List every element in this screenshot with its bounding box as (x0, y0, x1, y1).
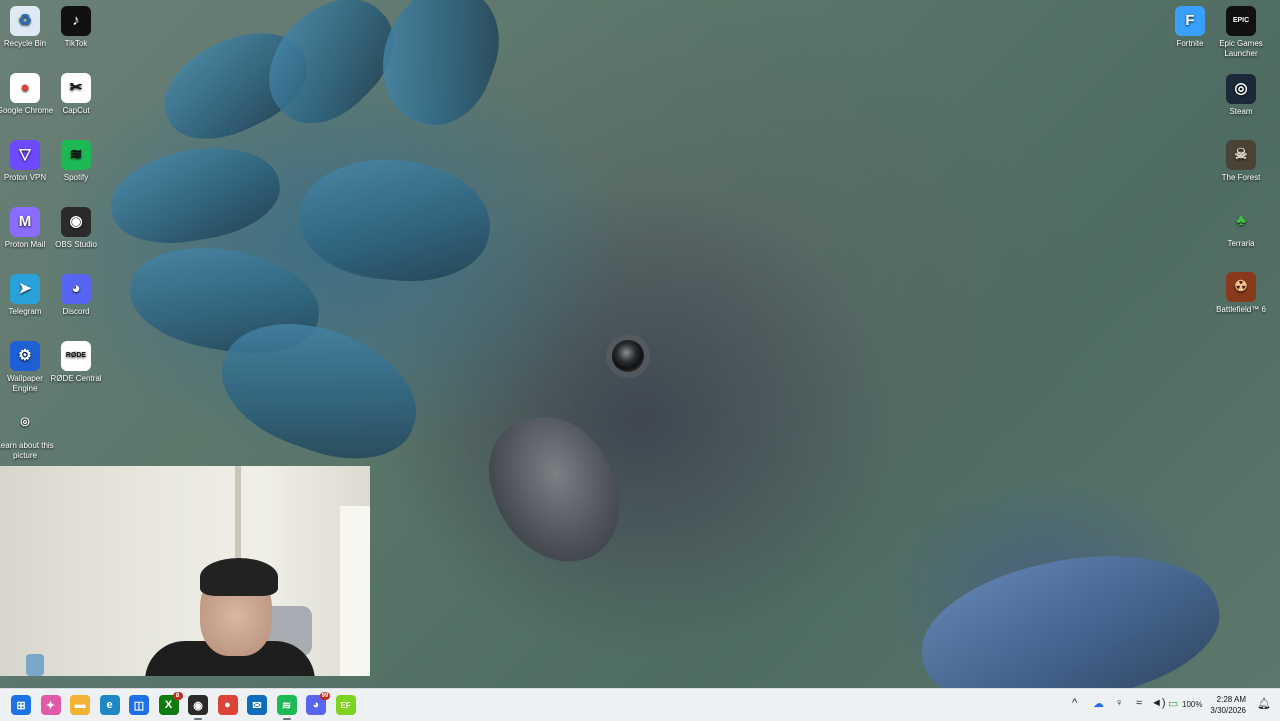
chrome-icon: ● (10, 73, 40, 103)
desktop-icon-rode-central[interactable]: RØDE RØDE Central (46, 337, 106, 384)
epic-games-icon: EPIC (1226, 6, 1256, 36)
xbox-button[interactable]: X8 (158, 692, 183, 715)
desktop-icon-epic-games[interactable]: EPIC Epic Games Launcher (1211, 2, 1271, 59)
chrome-icon: ● (224, 699, 231, 711)
telegram-icon: ➤ (10, 274, 40, 304)
folder-icon: ▬ (74, 699, 86, 711)
taskbar: ⊞ ✦ ▬ e ◫ X 8 ◉ ● ✉ ≋ ◕ 99 EF ^ ☁ ♀ ≈ ◄) ▭ 100% 2:28 … (0, 688, 1280, 721)
terraria-icon: ♣ (1236, 212, 1246, 229)
start-button[interactable]: ⊞ (11, 695, 31, 715)
webcam-overlay (0, 466, 370, 676)
fortnite-icon: F (1175, 6, 1205, 36)
desktop-icon-label: Battlefield™ 6 (1216, 305, 1266, 314)
desktop-icon-label: Learn about this picture (0, 441, 54, 460)
proton-vpn-icon: ▽ (10, 140, 40, 170)
wallpaper-feather (295, 151, 495, 289)
rode-central-icon: RØDE (61, 341, 91, 371)
desktop-icon-label: CapCut (62, 106, 90, 115)
the-forest-icon: ☠ (1226, 140, 1256, 170)
desktop-icon-the-forest[interactable]: ☠ The Forest (1211, 136, 1271, 183)
chrome-taskbar-button[interactable]: ● (217, 695, 238, 715)
xbox-icon: X (164, 699, 173, 711)
notification-bell-icon[interactable]: 🔔︎ (1257, 697, 1271, 710)
desktop-icon-learn-about-picture[interactable]: ⌾ Learn about this picture (0, 404, 55, 461)
wallpaper-feather (910, 535, 1230, 688)
desktop-icon-steam[interactable]: ◎ Steam (1211, 70, 1271, 117)
spotify-icon: ≋ (281, 699, 292, 712)
desktop-icon-battlefield[interactable]: ☢ Battlefield™ 6 (1211, 268, 1271, 315)
obs-studio-icon: ◉ (193, 699, 203, 712)
desktop-icon-tiktok[interactable]: ♪ TikTok (46, 2, 106, 49)
desktop-icon-label: OBS Studio (55, 240, 97, 249)
desktop-icon-capcut[interactable]: ✂ CapCut (46, 69, 106, 116)
spotify-taskbar-button[interactable]: ≋ (276, 695, 297, 715)
desktop-icon-label: Epic Games Launcher (1219, 39, 1263, 58)
proton-mail-icon: M (10, 207, 40, 237)
store-icon: ◫ (133, 699, 145, 712)
notification-badge: 8 (172, 692, 183, 700)
recycle-bin-icon: ♻ (10, 6, 40, 36)
desktop-icon-label: RØDE Central (50, 374, 102, 383)
wifi-icon[interactable]: ≈ (1136, 697, 1142, 709)
show-hidden-icons-button[interactable]: ^ (1072, 697, 1077, 709)
app-taskbar-button[interactable]: EF (335, 695, 356, 715)
app-icon: EF (340, 700, 351, 710)
desktop-icon-label: Terraria (1227, 239, 1255, 248)
outlook-button[interactable]: ✉ (247, 695, 267, 715)
discord-taskbar-button[interactable]: ◕ 99 (306, 692, 330, 715)
clock[interactable]: 2:28 AM 3/30/2026 (1210, 694, 1246, 716)
spotify-icon: ≋ (61, 140, 91, 170)
outlook-icon: ✉ (252, 699, 262, 712)
desktop-icon-label: Steam (1229, 107, 1253, 116)
clock-time: 2:28 AM (1216, 695, 1246, 704)
copilot-button[interactable]: ✦ (40, 695, 61, 715)
notification-badge: 99 (320, 692, 330, 700)
clock-date: 3/30/2026 (1210, 706, 1246, 715)
steam-icon: ◎ (1226, 74, 1256, 104)
obs-studio-icon: ◉ (61, 207, 91, 237)
wallpaper-eye (612, 340, 644, 372)
wallpaper-beak (474, 400, 636, 580)
desktop-icon-terraria[interactable]: ♣ Terraria (1211, 202, 1271, 249)
webcam-door (340, 506, 370, 676)
volume-icon[interactable]: ◄) (1151, 697, 1166, 709)
battery-percent: 100% (1182, 700, 1203, 709)
edge-button[interactable]: e (99, 695, 120, 715)
discord-icon: ◕ (312, 699, 320, 711)
edge-icon: e (106, 699, 113, 711)
learn-about-picture-icon: ⌾ (20, 414, 30, 431)
webcam-bottle (26, 654, 44, 676)
windows-icon: ⊞ (16, 699, 26, 712)
desktop-icon-label: The Forest (1221, 173, 1261, 182)
discord-icon: ◕ (61, 274, 91, 304)
webcam-person-cap (200, 558, 278, 596)
desktop-icon-spotify[interactable]: ≋ Spotify (46, 136, 106, 183)
capcut-icon: ✂ (61, 73, 91, 103)
file-explorer-button[interactable]: ▬ (70, 695, 90, 715)
desktop-icon-discord[interactable]: ◕ Discord (46, 270, 106, 317)
desktop-icon-label: Spotify (63, 173, 89, 182)
desktop-icon-label: TikTok (64, 39, 88, 48)
wallpaper-engine-icon: ⚙ (10, 341, 40, 371)
wallpaper-feather (103, 135, 287, 255)
microsoft-store-button[interactable]: ◫ (129, 695, 149, 715)
battlefield-icon: ☢ (1226, 272, 1256, 302)
onedrive-icon[interactable]: ☁ (1093, 697, 1104, 710)
desktop-icon-obs-studio[interactable]: ◉ OBS Studio (46, 203, 106, 250)
battery-icon[interactable]: ▭ (1168, 697, 1178, 710)
obs-taskbar-button[interactable]: ◉ (188, 695, 208, 715)
copilot-icon: ✦ (45, 699, 56, 712)
tiktok-icon: ♪ (61, 6, 91, 36)
desktop-icon-label: Discord (62, 307, 90, 316)
microphone-icon[interactable]: ♀ (1115, 697, 1123, 709)
